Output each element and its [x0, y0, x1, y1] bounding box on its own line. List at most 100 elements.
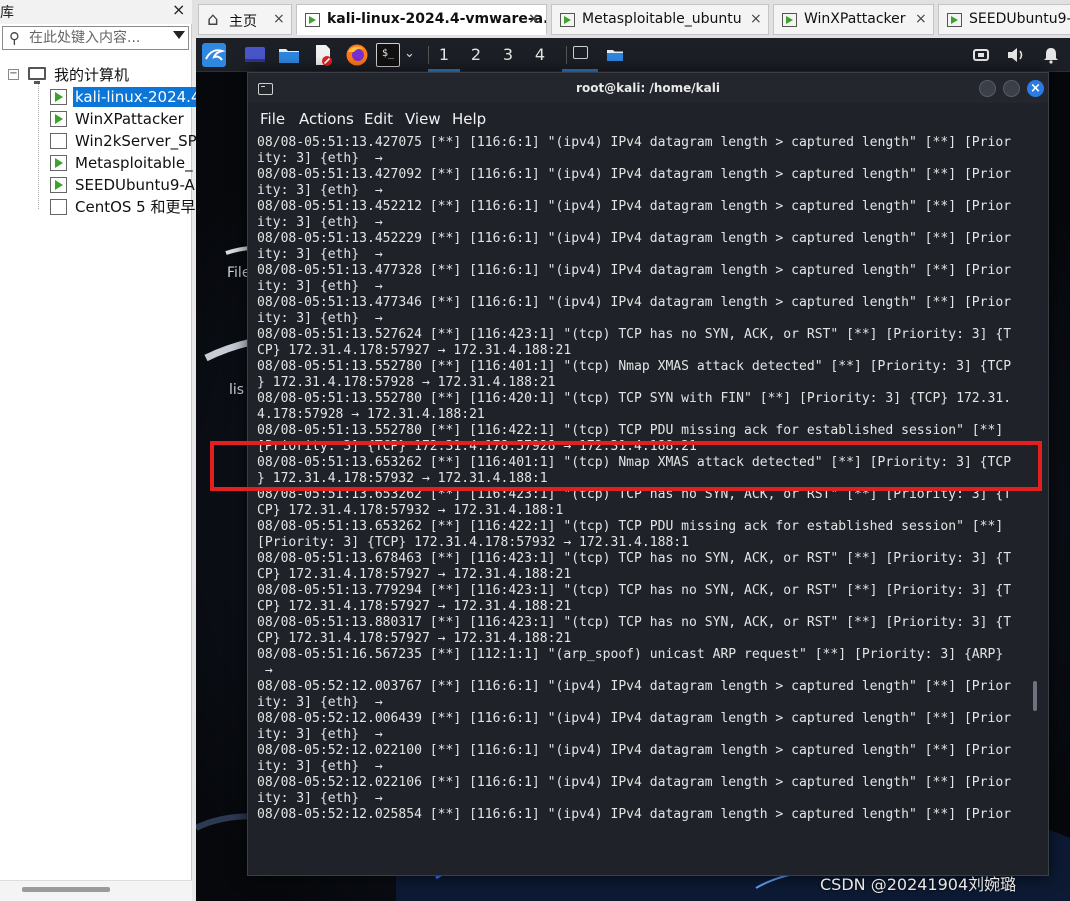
tree-connector [38, 84, 39, 209]
library-panel: 库 × ⚲ − 我的计算机 kali-linux-2024.4 WinXPatta… [0, 0, 203, 901]
terminal-titlebar[interactable]: root@kali: /home/kali × [248, 73, 1048, 103]
workspace-3[interactable]: 3 [492, 38, 524, 72]
library-search-input[interactable] [29, 29, 167, 47]
terminal-line: ity: 3] {eth} → [257, 311, 383, 326]
vm-tab-label: SEEDUbuntu9-Aug [969, 11, 1070, 27]
notification-bell-icon[interactable] [1042, 43, 1060, 67]
screen-capture-icon[interactable] [972, 43, 990, 67]
menu-edit[interactable]: Edit [364, 110, 393, 128]
taskbar-folder-icon[interactable] [606, 43, 624, 67]
vm-running-icon [560, 13, 575, 27]
vm-tab-close-icon[interactable]: × [273, 11, 285, 27]
menu-file[interactable]: File [260, 110, 285, 128]
library-search-box[interactable]: ⚲ [2, 26, 189, 50]
vm-list-item-label: Win2kServer_SP [75, 132, 197, 150]
terminal-line: ity: 3] {eth} → [257, 727, 383, 742]
desktop-icon-label[interactable]: lis [229, 382, 244, 398]
terminal-line: 08/08-05:51:13.552780 [**] [116:422:1] "… [257, 423, 1004, 438]
terminal-title: root@kali: /home/kali [576, 81, 720, 95]
terminal-line: 4.178:57928 → 172.31.4.188:21 [257, 407, 485, 422]
vm-tab[interactable]: SEEDUbuntu9-Aug [938, 4, 1070, 35]
tree-root-label: 我的计算机 [54, 66, 130, 84]
terminal-line: 08/08-05:51:13.779294 [**] [116:423:1] "… [257, 583, 1012, 598]
vm-running-icon [50, 111, 67, 127]
firefox-icon[interactable] [345, 43, 369, 67]
vm-list-item-label: SEEDUbuntu9-A [75, 176, 195, 194]
taskbar-terminal-entry[interactable] [562, 38, 598, 72]
kali-dragon-icon[interactable] [202, 43, 226, 67]
show-desktop-icon[interactable] [244, 43, 266, 67]
terminal-line: CP} 172.31.4.178:57927 → 172.31.4.188:21 [257, 599, 572, 614]
terminal-line: 08/08-05:51:13.880317 [**] [116:423:1] "… [257, 615, 1012, 630]
library-close-button[interactable]: × [172, 0, 185, 19]
minimize-button[interactable] [979, 80, 996, 97]
library-hscrollbar-thumb[interactable] [22, 887, 110, 892]
vm-tab-close-icon[interactable]: × [750, 11, 762, 27]
vm-list-item-label: CentOS 5 和更早 [75, 198, 196, 216]
terminal-launcher-chevron-icon[interactable]: ⌄ [404, 46, 418, 70]
workspace-1[interactable]: 1 [428, 38, 460, 72]
terminal-launcher-icon[interactable]: $_ [376, 43, 400, 67]
terminal-line: 08/08-05:51:13.678463 [**] [116:423:1] "… [257, 551, 1012, 566]
terminal-line: 08/08-05:51:13.452212 [**] [116:6:1] "(i… [257, 199, 1012, 214]
vm-tab-label: kali-linux-2024.4-vmware-a... [327, 11, 547, 27]
vm-tab[interactable]: WinXPattacker × [773, 4, 934, 35]
vm-tab-close-icon[interactable]: × [915, 11, 927, 27]
terminal-line: 08/08-05:51:13.552780 [**] [116:401:1] "… [257, 359, 1012, 374]
terminal-line: ity: 3] {eth} → [257, 695, 383, 710]
terminal-line: ity: 3] {eth} → [257, 279, 383, 294]
terminal-line: CP} 172.31.4.178:57932 → 172.31.4.188:1 [257, 503, 564, 518]
terminal-line: CP} 172.31.4.178:57927 → 172.31.4.188:21 [257, 567, 572, 582]
tree-collapse-toggle[interactable]: − [8, 69, 19, 80]
vm-running-icon [305, 13, 320, 27]
vm-icon [50, 199, 67, 215]
terminal-line: 08/08-05:51:13.552780 [**] [116:420:1] "… [257, 391, 1012, 406]
vm-tab-label: Metasploitable_ubuntu [582, 11, 742, 27]
highlight-annotation-box [210, 441, 1042, 491]
vm-tab[interactable]: Metasploitable_ubuntu × [551, 4, 769, 35]
vm-running-icon [782, 13, 797, 27]
terminal-line: 08/08-05:52:12.006439 [**] [116:6:1] "(i… [257, 711, 1012, 726]
terminal-line: 08/08-05:52:12.022106 [**] [116:6:1] "(i… [257, 775, 1012, 790]
file-manager-icon[interactable] [278, 43, 300, 67]
terminal-line: 08/08-05:51:13.477346 [**] [116:6:1] "(i… [257, 295, 1012, 310]
terminal-line: ity: 3] {eth} → [257, 791, 383, 806]
menu-help[interactable]: Help [452, 110, 486, 128]
workspace-2[interactable]: 2 [460, 38, 492, 72]
menu-actions[interactable]: Actions [299, 110, 354, 128]
vm-list-item-label: Metasploitable_ [75, 154, 193, 172]
vm-running-icon [50, 89, 67, 105]
terminal-output[interactable]: 08/08-05:51:13.427075 [**] [116:6:1] "(i… [257, 135, 1029, 875]
vm-tab[interactable]: kali-linux-2024.4-vmware-a... × [296, 4, 547, 35]
close-button[interactable]: × [1027, 80, 1044, 97]
terminal-line: 08/08-05:51:13.427092 [**] [116:6:1] "(i… [257, 167, 1012, 182]
search-dropdown-chevron-icon[interactable] [173, 31, 185, 39]
vm-tab-bar: ⌂ 主页 × kali-linux-2024.4-vmware-a... × Metasp… [192, 0, 1070, 38]
terminal-line: 08/08-05:52:12.025854 [**] [116:6:1] "(i… [257, 807, 1012, 822]
maximize-button[interactable] [1003, 80, 1020, 97]
terminal-line: ity: 3] {eth} → [257, 759, 383, 774]
terminal-line: 08/08-05:51:13.427075 [**] [116:6:1] "(i… [257, 135, 1012, 150]
vm-running-icon [50, 155, 67, 171]
text-editor-icon[interactable] [312, 43, 334, 67]
terminal-line: CP} 172.31.4.178:57927 → 172.31.4.188:21 [257, 631, 572, 646]
terminal-line: 08/08-05:51:13.527624 [**] [116:423:1] "… [257, 327, 1012, 342]
vm-tab-close-icon[interactable]: × [528, 11, 540, 27]
terminal-line: 08/08-05:52:12.022100 [**] [116:6:1] "(i… [257, 743, 1012, 758]
computer-icon [28, 67, 46, 84]
workspace-4[interactable]: 4 [524, 38, 556, 72]
terminal-line: 08/08-05:51:13.452229 [**] [116:6:1] "(i… [257, 231, 1012, 246]
watermark: CSDN @20241904刘婉璐 [820, 875, 1017, 894]
library-title: 库 [0, 5, 14, 21]
volume-icon[interactable] [1006, 43, 1026, 67]
library-header: 库 × [0, 0, 192, 24]
terminal-line: 08/08-05:51:16.567235 [**] [112:1:1] "(a… [257, 647, 1004, 662]
vm-list-item-label: kali-linux-2024.4 [73, 87, 203, 107]
terminal-scrollbar-thumb[interactable] [1033, 681, 1037, 711]
terminal-line: ity: 3] {eth} → [257, 247, 383, 262]
vm-tab[interactable]: ⌂ 主页 × [198, 4, 292, 35]
terminal-line: ity: 3] {eth} → [257, 215, 383, 230]
vm-running-icon [50, 177, 67, 193]
terminal-line: 08/08-05:51:13.653262 [**] [116:422:1] "… [257, 519, 1004, 534]
menu-view[interactable]: View [405, 110, 441, 128]
